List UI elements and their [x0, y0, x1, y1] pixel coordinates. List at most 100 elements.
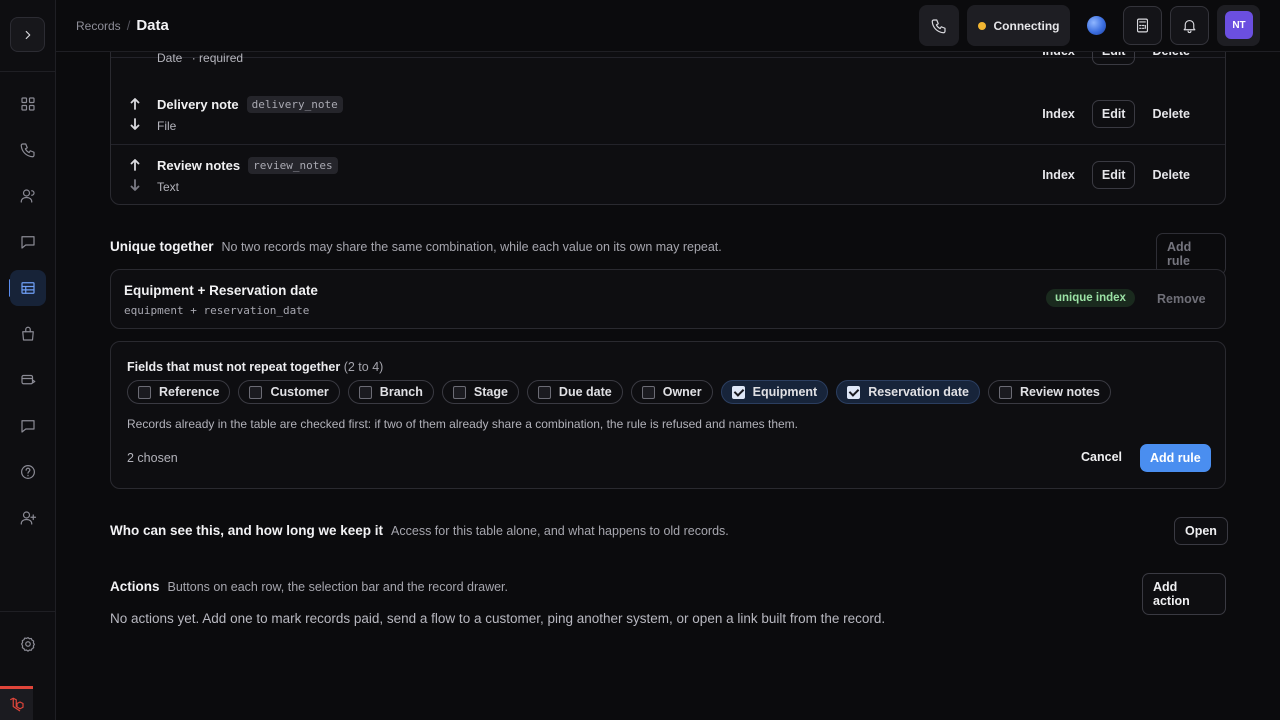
sidebar-item-dashboard[interactable] — [10, 86, 46, 122]
delete-button[interactable]: Delete — [1141, 107, 1201, 121]
calculator-icon — [1136, 18, 1149, 33]
section-description: Buttons on each row, the selection bar a… — [167, 580, 509, 594]
sidebar-item-invite[interactable] — [10, 500, 46, 536]
access-heading: Who can see this, and how long we keep i… — [110, 523, 729, 538]
field-name: Review notes review_notes — [157, 157, 338, 174]
field-label: Review notes — [157, 158, 241, 173]
field-type: File — [157, 119, 177, 133]
bag-icon — [22, 326, 34, 341]
calculator-button[interactable] — [1123, 6, 1162, 45]
arrow-down-icon[interactable] — [129, 118, 141, 130]
index-button[interactable]: Index — [1031, 107, 1086, 121]
field-type: Text — [157, 180, 180, 194]
grid-icon — [21, 97, 35, 111]
assistant-orb-icon[interactable] — [1087, 16, 1106, 35]
add-action-button[interactable]: Add action — [1142, 573, 1226, 615]
status-dot — [977, 21, 986, 30]
laravel-icon — [9, 697, 24, 711]
arrow-up-icon[interactable] — [129, 98, 141, 110]
sidebar-item-settings[interactable] — [10, 626, 46, 662]
message-icon — [21, 420, 35, 433]
sidebar-item-calls[interactable] — [10, 132, 46, 168]
chip-label: Due date — [558, 385, 612, 399]
status-text: Connecting — [993, 18, 1060, 33]
arrow-up-icon[interactable] — [129, 159, 141, 171]
checkbox[interactable] — [998, 385, 1012, 399]
bell-icon — [1183, 19, 1196, 34]
chip-label: Equipment — [752, 385, 818, 399]
chip-label: Branch — [379, 385, 423, 399]
breadcrumb-separator: / — [126, 18, 131, 33]
field-type: Date · required — [157, 51, 243, 65]
status-badge: unique index — [1046, 289, 1135, 307]
checkbox[interactable] — [358, 385, 372, 399]
checkbox[interactable] — [452, 385, 466, 399]
edit-button[interactable]: Edit — [1091, 100, 1136, 128]
checkbox[interactable] — [641, 385, 655, 399]
index-button[interactable]: Index — [1031, 168, 1086, 182]
sidebar-toggle-button[interactable] — [10, 17, 45, 52]
sidebar-divider — [0, 71, 56, 72]
sidebar-item-contacts[interactable] — [10, 178, 46, 214]
sidebar-item-shop[interactable] — [10, 316, 46, 352]
field-required: · required — [191, 51, 244, 65]
chip-label: Reference — [159, 385, 220, 399]
cancel-button[interactable]: Cancel — [1081, 450, 1122, 464]
page-title: Data — [136, 17, 169, 34]
row-actions: Index Edit Delete — [1031, 161, 1201, 189]
checkbox[interactable] — [249, 385, 263, 399]
form-label: Fields that must not repeat together (2 … — [127, 360, 383, 374]
rule-title: Equipment + Reservation date — [124, 283, 318, 298]
unique-rule-card: Equipment + Reservation date equipment +… — [110, 269, 1226, 329]
section-title: Unique together — [110, 239, 214, 254]
checkbox[interactable] — [537, 385, 551, 399]
submit-rule-button[interactable]: Add rule — [1140, 444, 1211, 472]
checkbox-checked[interactable] — [847, 385, 861, 399]
row-actions: Index Edit Delete — [1031, 100, 1201, 128]
sidebar-item-messages[interactable] — [10, 408, 46, 444]
section-description: Access for this table alone, and what ha… — [391, 524, 729, 538]
open-access-button[interactable]: Open — [1174, 517, 1228, 545]
reorder-arrows — [129, 98, 141, 130]
chip-label: Stage — [473, 385, 508, 399]
chip-branch[interactable]: Branch — [347, 380, 434, 404]
breadcrumb: Records / Data — [76, 17, 169, 34]
chosen-count: 2 chosen — [127, 451, 178, 465]
rule-key: equipment + reservation_date — [124, 304, 310, 317]
reorder-arrows — [129, 159, 141, 191]
avatar[interactable]: NT — [1225, 11, 1253, 39]
chip-review-notes[interactable]: Review notes — [987, 380, 1111, 404]
chip-owner[interactable]: Owner — [630, 380, 713, 404]
sidebar-item-billing[interactable] — [10, 362, 46, 398]
call-button[interactable] — [919, 5, 959, 46]
chip-stage[interactable]: Stage — [441, 380, 519, 404]
sidebar-divider — [0, 611, 56, 612]
sidebar-item-help[interactable] — [10, 454, 46, 490]
chip-due-date[interactable]: Due date — [526, 380, 623, 404]
user-plus-icon — [20, 511, 37, 525]
notifications-button[interactable] — [1170, 6, 1209, 45]
chip-label: Customer — [270, 385, 329, 399]
chip-reservation-date[interactable]: Reservation date — [836, 380, 980, 404]
form-label-hint: (2 to 4) — [343, 360, 384, 374]
field-type-text: Date — [157, 51, 183, 65]
sidebar-item-data[interactable] — [10, 270, 46, 306]
chip-equipment[interactable]: Equipment — [720, 380, 829, 404]
connection-status[interactable]: Connecting — [967, 5, 1070, 46]
chip-customer[interactable]: Customer — [238, 380, 340, 404]
checkbox-checked[interactable] — [731, 385, 745, 399]
breadcrumb-parent-link[interactable]: Records — [76, 19, 121, 33]
debug-bar-logo[interactable] — [0, 686, 33, 720]
field-label: Delivery note — [157, 97, 239, 112]
delete-button[interactable]: Delete — [1141, 168, 1201, 182]
chip-reference[interactable]: Reference — [127, 380, 231, 404]
chevron-right-icon — [25, 30, 30, 39]
sidebar-item-conversations[interactable] — [10, 224, 46, 260]
remove-rule-button[interactable]: Remove — [1157, 292, 1206, 306]
edit-button[interactable]: Edit — [1091, 161, 1136, 189]
chip-label: Reservation date — [868, 385, 969, 399]
form-note: Records already in the table are checked… — [127, 417, 799, 431]
help-icon — [21, 465, 35, 479]
checkbox[interactable] — [138, 385, 151, 399]
arrow-down-icon[interactable] — [129, 179, 141, 191]
